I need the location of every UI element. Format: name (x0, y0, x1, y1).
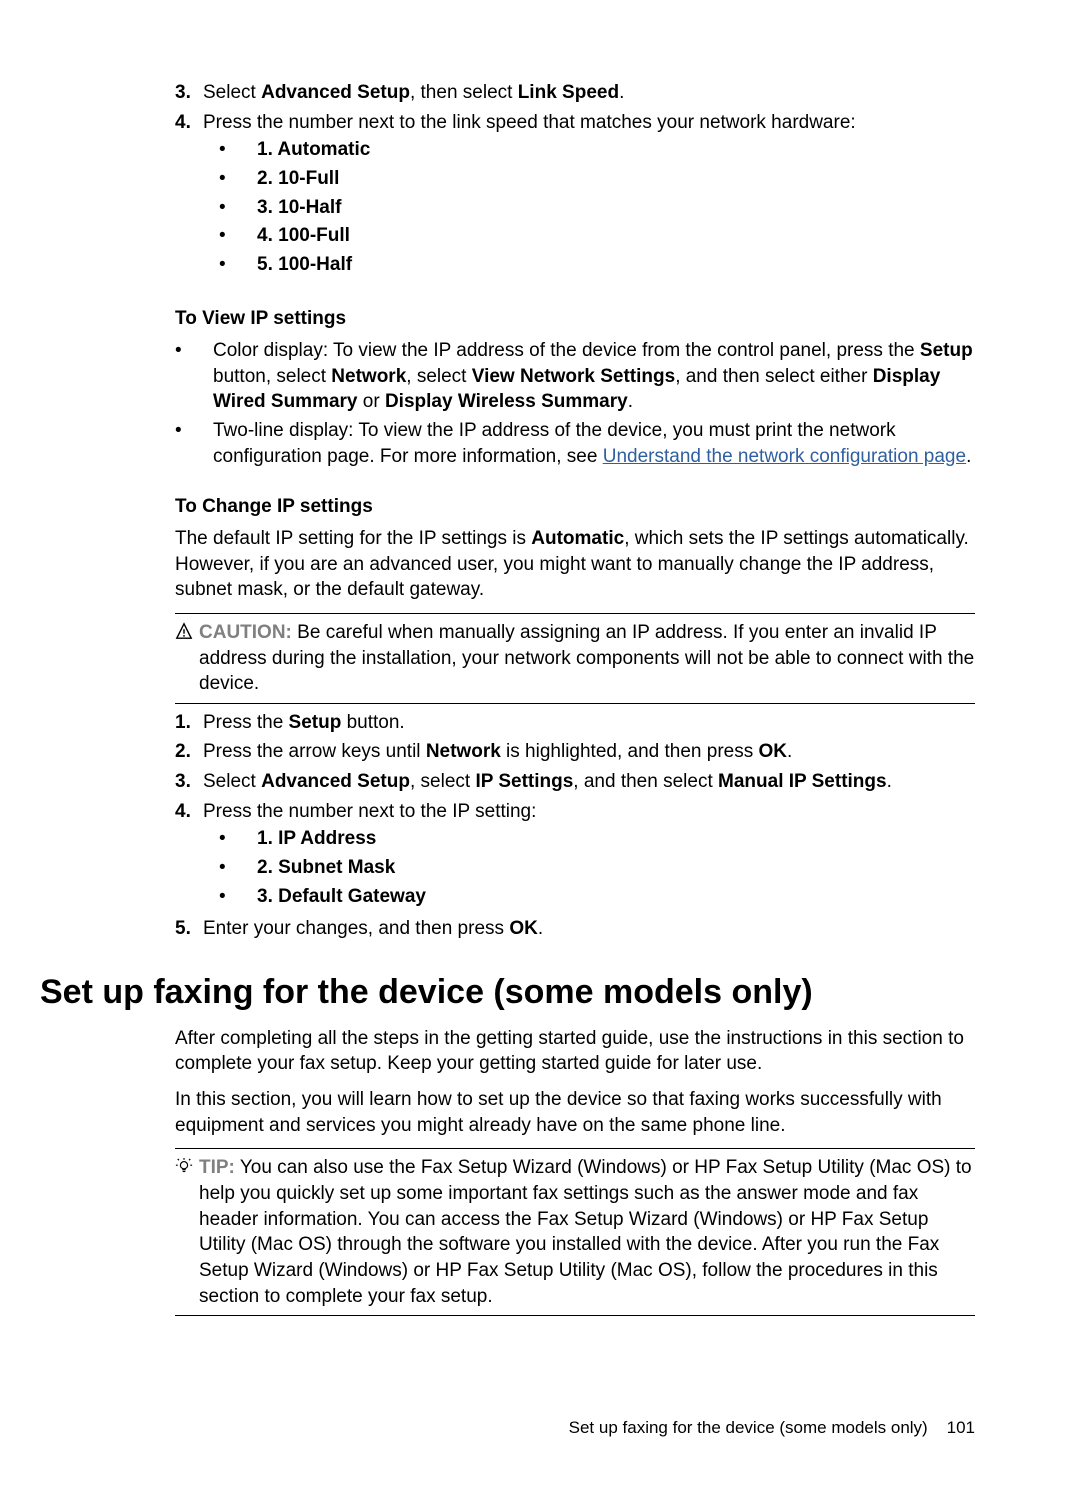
step-number: 2. (175, 739, 203, 765)
step-text: Press the Setup button. (203, 710, 975, 736)
tip-callout: TIP: You can also use the Fax Setup Wiza… (175, 1148, 975, 1316)
list-item: 2. Press the arrow keys until Network is… (175, 739, 975, 765)
step-text: Enter your changes, and then press OK. (203, 916, 975, 942)
bullet-icon: • (203, 166, 257, 192)
footer-section-label: Set up faxing for the device (some model… (569, 1418, 928, 1437)
step-number: 4. (175, 110, 203, 281)
list-item: 1. Press the Setup button. (175, 710, 975, 736)
document-page: 3. Select Advanced Setup, then select Li… (0, 0, 1080, 1495)
list-item: • Two-line display: To view the IP addre… (159, 418, 975, 469)
bullet-icon: • (159, 338, 213, 415)
step-number: 1. (175, 710, 203, 736)
bullet-icon: • (203, 137, 257, 163)
step-number: 5. (175, 916, 203, 942)
change-ip-intro: The default IP setting for the IP settin… (175, 526, 975, 603)
step-text: Select Advanced Setup, select IP Setting… (203, 769, 975, 795)
list-item: •3. Default Gateway (203, 884, 975, 910)
change-ip-heading: To Change IP settings (175, 494, 975, 520)
tip-body: TIP: You can also use the Fax Setup Wiza… (199, 1155, 975, 1309)
change-ip-steps: 1. Press the Setup button. 2. Press the … (175, 710, 975, 942)
bullet-icon: • (203, 884, 257, 910)
list-text: Two-line display: To view the IP address… (213, 418, 975, 469)
step-text: Select Advanced Setup, then select Link … (203, 80, 975, 106)
caution-text: Be careful when manually assigning an IP… (199, 622, 974, 694)
list-item: •5. 100-Half (203, 252, 975, 278)
step-text: Press the number next to the link speed … (203, 110, 975, 281)
step-number: 3. (175, 769, 203, 795)
step-text: Press the number next to the IP setting:… (203, 799, 975, 913)
step-number: 3. (175, 80, 203, 106)
view-ip-heading: To View IP settings (175, 306, 975, 332)
step-number: 4. (175, 799, 203, 913)
main-content: 3. Select Advanced Setup, then select Li… (175, 80, 975, 942)
tip-icon (175, 1155, 199, 1309)
list-item: 4. Press the number next to the IP setti… (175, 799, 975, 913)
list-item: 5. Enter your changes, and then press OK… (175, 916, 975, 942)
fax-content: After completing all the steps in the ge… (175, 1026, 975, 1316)
list-item: •1. Automatic (203, 137, 975, 163)
list-item: 3. Select Advanced Setup, then select Li… (175, 80, 975, 106)
step-text: Press the arrow keys until Network is hi… (203, 739, 975, 765)
list-item: •1. IP Address (203, 826, 975, 852)
caution-icon (175, 620, 199, 697)
link-speed-options: •1. Automatic •2. 10-Full •3. 10-Half •4… (203, 137, 975, 277)
bullet-icon: • (203, 855, 257, 881)
list-item: •4. 100-Full (203, 223, 975, 249)
page-number: 101 (947, 1418, 975, 1437)
bullet-icon: • (159, 418, 213, 469)
list-item: •2. Subnet Mask (203, 855, 975, 881)
bullet-icon: • (203, 195, 257, 221)
tip-label: TIP: (199, 1157, 235, 1178)
page-footer: Set up faxing for the device (some model… (569, 1417, 975, 1440)
ip-setting-options: •1. IP Address •2. Subnet Mask •3. Defau… (203, 826, 975, 909)
link-speed-steps: 3. Select Advanced Setup, then select Li… (175, 80, 975, 280)
understand-network-link[interactable]: Understand the network configuration pag… (603, 446, 966, 467)
fax-paragraph-2: In this section, you will learn how to s… (175, 1087, 975, 1138)
list-item: •2. 10-Full (203, 166, 975, 192)
list-text: Color display: To view the IP address of… (213, 338, 975, 415)
bullet-icon: • (203, 223, 257, 249)
list-item: •3. 10-Half (203, 195, 975, 221)
bullet-icon: • (203, 252, 257, 278)
caution-body: CAUTION: Be careful when manually assign… (199, 620, 975, 697)
caution-label: CAUTION: (199, 622, 292, 643)
list-item: • Color display: To view the IP address … (159, 338, 975, 415)
caution-callout: CAUTION: Be careful when manually assign… (175, 613, 975, 704)
view-ip-list: • Color display: To view the IP address … (159, 338, 975, 469)
fax-paragraph-1: After completing all the steps in the ge… (175, 1026, 975, 1077)
fax-section-heading: Set up faxing for the device (some model… (40, 970, 975, 1016)
bullet-icon: • (203, 826, 257, 852)
list-item: 3. Select Advanced Setup, select IP Sett… (175, 769, 975, 795)
tip-text: You can also use the Fax Setup Wizard (W… (199, 1157, 972, 1306)
list-item: 4. Press the number next to the link spe… (175, 110, 975, 281)
